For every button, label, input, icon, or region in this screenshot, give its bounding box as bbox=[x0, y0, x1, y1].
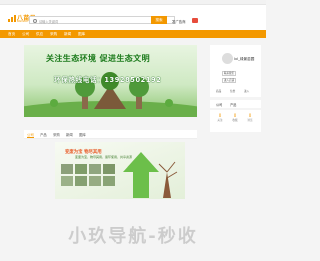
avatar[interactable] bbox=[222, 53, 233, 64]
banner-phone: 环保热线电话：13928502192 bbox=[54, 76, 162, 84]
stat-favorite-label: 收藏 bbox=[232, 119, 238, 122]
nav-item-gallery[interactable]: 图库 bbox=[78, 32, 85, 37]
main-nav: 首页 公司 供应 采购 新闻 图库 bbox=[0, 30, 266, 38]
seller-link-products[interactable]: 商品 bbox=[216, 89, 221, 93]
publish-ad-link[interactable]: 发广告商 bbox=[172, 19, 186, 24]
stat-views: 0 浏览 bbox=[245, 113, 255, 122]
stat-views-label: 浏览 bbox=[247, 119, 253, 122]
shop-name[interactable]: lxl_绿景苗圃 bbox=[234, 57, 254, 62]
nav-item-home[interactable]: 首页 bbox=[8, 32, 15, 37]
seller-tab-company[interactable]: 公司 bbox=[216, 102, 222, 107]
publish-icon[interactable] bbox=[192, 18, 198, 23]
search-placeholder: 请输入关键词 bbox=[39, 19, 59, 24]
nav-item-news[interactable]: 新闻 bbox=[64, 32, 71, 37]
nav-item-supply[interactable]: 供应 bbox=[36, 32, 43, 37]
enter-shop-button[interactable]: 进入店铺 bbox=[222, 78, 236, 83]
search-icon bbox=[33, 18, 37, 23]
logo-subtext: BAMIAOYI bbox=[17, 20, 30, 23]
stat-follow-label: 关注 bbox=[217, 119, 223, 122]
seller-tab-products[interactable]: 产品 bbox=[230, 102, 236, 107]
shop-banner: 关注生态环境 促进生态文明 环保热线电话：13928502192 bbox=[24, 45, 197, 117]
stat-follow: 0 关注 bbox=[215, 113, 225, 122]
content-poster: 变废为宝 物尽其用 变废为宝，物尽其用，循环使用，共享资源 bbox=[55, 142, 185, 199]
banner-title: 关注生态环境 促进生态文明 bbox=[46, 54, 150, 63]
tab-company[interactable]: 公司 bbox=[27, 132, 34, 138]
seller-link-enter[interactable]: 进入 bbox=[244, 89, 249, 93]
seller-card: lxl_绿景苗圃 联系我们 进入店铺 商品 信誉 进入 bbox=[210, 45, 261, 97]
stat-favorite: 0 收藏 bbox=[230, 113, 240, 122]
watermark: 小玖导航-秒收 bbox=[68, 226, 198, 247]
poster-subtitle: 变废为宝，物尽其用，循环使用，共享资源 bbox=[75, 155, 133, 159]
content-tabs: 公司 产品 采购 新闻 图库 bbox=[24, 130, 197, 139]
tab-gallery[interactable]: 图库 bbox=[79, 132, 86, 137]
tab-news[interactable]: 新闻 bbox=[66, 132, 73, 137]
tab-products[interactable]: 产品 bbox=[40, 132, 47, 137]
seller-link-credit[interactable]: 信誉 bbox=[230, 89, 235, 93]
seller-stats: 0 关注 0 收藏 0 浏览 bbox=[210, 110, 261, 132]
contact-button[interactable]: 联系我们 bbox=[222, 71, 236, 76]
seller-tabs: 公司 产品 bbox=[210, 100, 261, 108]
nav-item-purchase[interactable]: 采购 bbox=[50, 32, 57, 37]
nav-item-company[interactable]: 公司 bbox=[22, 32, 29, 37]
site-header: 八苗易 BAMIAOYI 请输入关键词 供应 搜索 发广告商 bbox=[0, 5, 266, 30]
tab-purchase[interactable]: 采购 bbox=[53, 132, 60, 137]
search-button[interactable]: 搜索 bbox=[151, 16, 167, 24]
